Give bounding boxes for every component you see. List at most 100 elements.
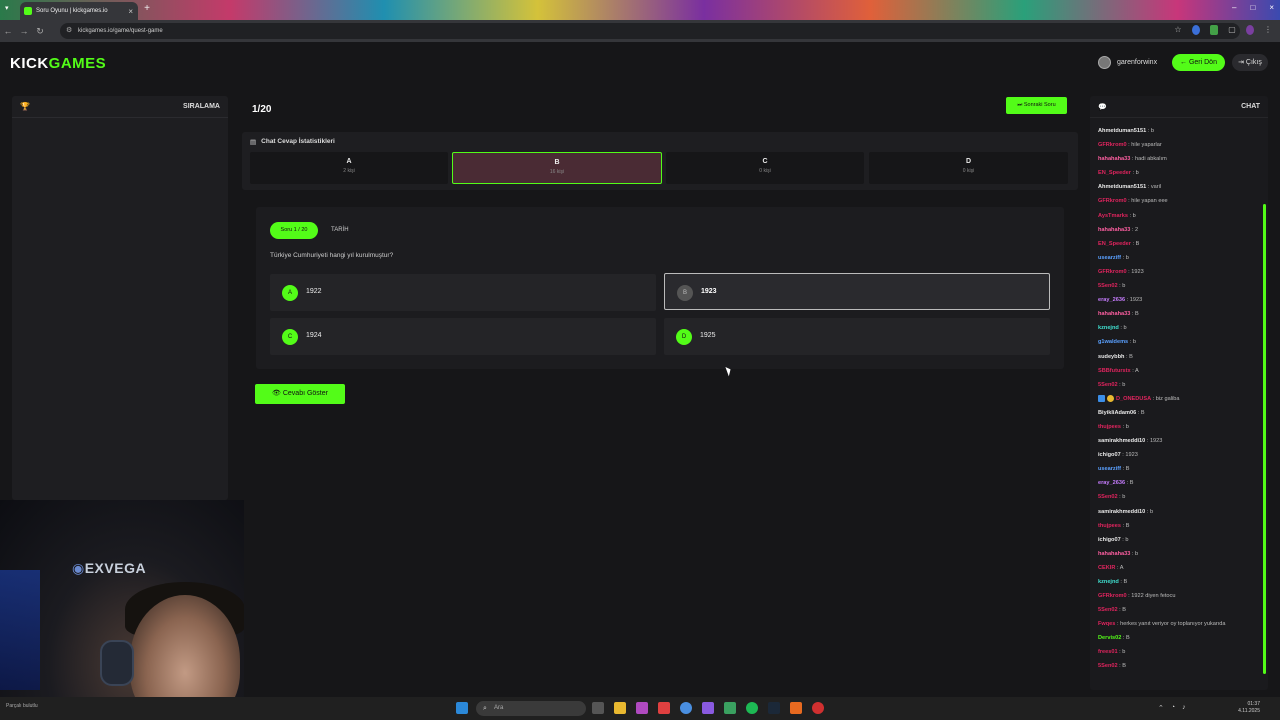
chat-username[interactable]: eray_2636 [1098, 297, 1125, 303]
app-icon-3[interactable] [702, 702, 714, 714]
next-question-button[interactable]: ⏭ Sonraki Soru [1006, 97, 1067, 114]
app-icon-6[interactable] [812, 702, 824, 714]
url-input[interactable]: ⚙ kickgames.io/game/quest-game [60, 23, 1240, 39]
chat-username[interactable]: g1waldems [1098, 339, 1128, 345]
file-explorer-icon[interactable] [614, 702, 626, 714]
chat-username[interactable]: 5Sen02 [1098, 283, 1118, 289]
chat-username[interactable]: hahahaha33 [1098, 227, 1130, 233]
chat-username[interactable]: kznejnd [1098, 325, 1119, 331]
chat-username[interactable]: hahahaha33 [1098, 311, 1130, 317]
chat-username[interactable]: sudeybbh [1098, 354, 1124, 360]
logo-main-text: KICK [10, 55, 49, 72]
chat-message: hahahaha33 : B [1098, 307, 1262, 321]
option-a[interactable]: A 1922 [270, 274, 656, 311]
chat-username[interactable]: usearziff [1098, 466, 1121, 472]
chat-message: AysTmarks : b [1098, 209, 1262, 223]
chat-username[interactable]: GFRkrom0 [1098, 142, 1127, 148]
chat-username[interactable]: Ahmetduman5151 [1098, 128, 1146, 134]
chat-scrollbar[interactable] [1263, 204, 1266, 674]
user-profile[interactable]: garenforwinx [1098, 56, 1157, 69]
browser-tab[interactable]: Soru Oyunu | kickgames.io × [20, 2, 138, 20]
forward-nav-icon[interactable]: → [16, 26, 32, 36]
tab-close-icon[interactable]: × [128, 7, 133, 16]
show-answer-button[interactable]: 👁 Cevabı Göster [255, 384, 345, 404]
chat-username[interactable]: Ahmetduman5151 [1098, 184, 1146, 190]
app-icon-5[interactable] [790, 702, 802, 714]
option-c[interactable]: C 1924 [270, 318, 656, 355]
chat-username[interactable]: usearziff [1098, 255, 1121, 261]
chat-username[interactable]: D_ONEDUSA [1116, 396, 1151, 402]
chat-message: ichigo07 : b [1098, 533, 1262, 547]
taskbar-search[interactable]: ⌕ Ara [476, 701, 586, 716]
chat-username[interactable]: 5Sen02 [1098, 663, 1118, 669]
minimize-icon[interactable]: – [1232, 3, 1236, 12]
bookmark-star-icon[interactable]: ☆ [1174, 25, 1182, 35]
back-nav-icon[interactable]: ← [0, 26, 16, 36]
chat-username[interactable]: Dervis02 [1098, 635, 1121, 641]
chat-username[interactable]: CEKIR [1098, 565, 1115, 571]
task-view-icon[interactable] [592, 702, 604, 714]
chat-text: b [1132, 212, 1136, 219]
chat-username[interactable]: hahahaha33 [1098, 551, 1130, 557]
chat-username[interactable]: GFRkrom0 [1098, 269, 1127, 275]
chat-username[interactable]: 5Sen02 [1098, 607, 1118, 613]
logout-button[interactable]: ⇥ Çıkış [1232, 54, 1268, 71]
reload-icon[interactable]: ↻ [32, 26, 48, 37]
option-d[interactable]: D 1925 [664, 318, 1050, 355]
chat-username[interactable]: 5Sen02 [1098, 382, 1118, 388]
chat-username[interactable]: SBBfuturstx [1098, 368, 1131, 374]
tray-chevron-icon[interactable]: ⌃ [1158, 704, 1164, 712]
chat-username[interactable]: ichigo07 [1098, 537, 1121, 543]
app-icon-4[interactable] [724, 702, 736, 714]
chat-username[interactable]: eray_2636 [1098, 480, 1125, 486]
clock[interactable]: 01:37 4.11.2025 [1238, 701, 1260, 715]
chat-username[interactable]: frees01 [1098, 649, 1118, 655]
kickgames-logo[interactable]: KICKGAMES [10, 55, 106, 72]
steam-icon[interactable] [768, 702, 780, 714]
tab-search-icon[interactable]: ▾ [5, 4, 9, 12]
volume-icon[interactable]: ♪ [1182, 704, 1186, 712]
chat-username[interactable]: samirakhmeddi10 [1098, 509, 1145, 515]
extensions-puzzle-icon[interactable]: ▢ [1228, 25, 1236, 35]
chat-message: hahahaha33 : b [1098, 547, 1262, 561]
chat-username[interactable]: thujpees [1098, 424, 1121, 430]
chat-username[interactable]: BiyikliAdam06 [1098, 410, 1136, 416]
chat-username[interactable]: ichigo07 [1098, 452, 1121, 458]
chat-username[interactable]: thujpees [1098, 523, 1121, 529]
spotify-icon[interactable] [746, 702, 758, 714]
close-window-icon[interactable]: × [1269, 3, 1274, 12]
chat-username[interactable]: GFRkrom0 [1098, 593, 1127, 599]
chrome-icon[interactable] [680, 702, 692, 714]
stat-a: A 2 kişi [250, 152, 448, 184]
profile-icon[interactable] [1246, 25, 1254, 35]
chat-username[interactable]: Fwqes [1098, 621, 1115, 627]
chat-text: A [1119, 564, 1124, 571]
chat-username[interactable]: AysTmarks [1098, 213, 1128, 219]
chat-text: B [1122, 663, 1126, 670]
app-icon-1[interactable] [636, 702, 648, 714]
chat-message: GFRkrom0 : hile yapan eee [1098, 194, 1262, 208]
extension-2-icon[interactable] [1210, 25, 1218, 35]
chat-username[interactable]: hahahaha33 [1098, 156, 1130, 162]
chat-username[interactable]: EN_Speeder [1098, 170, 1131, 176]
chat-username[interactable]: GFRkrom0 [1098, 198, 1127, 204]
option-b[interactable]: B 1923 [664, 273, 1050, 310]
start-icon[interactable] [456, 702, 468, 714]
chat-username[interactable]: 5Sen02 [1098, 494, 1118, 500]
site-info-icon[interactable]: ⚙ [66, 23, 72, 39]
chat-message: hahahaha33 : hadi abkalım [1098, 152, 1262, 166]
chat-username[interactable]: EN_Speeder [1098, 241, 1131, 247]
chat-text: 1923 [1125, 452, 1138, 459]
network-icon[interactable]: ◔ [1171, 704, 1175, 712]
weather-widget[interactable]: Parçalı bulutlu [6, 703, 38, 709]
chat-username[interactable]: kznejnd [1098, 579, 1119, 585]
maximize-icon[interactable]: □ [1250, 3, 1255, 12]
chat-username[interactable]: samirakhmeddi10 [1098, 438, 1145, 444]
browser-menu-icon[interactable]: ⋮ [1264, 25, 1272, 35]
new-tab-button[interactable]: + [142, 4, 152, 14]
browser-tab-strip: ▾ Soru Oyunu | kickgames.io × + – □ × [0, 0, 1280, 20]
back-button[interactable]: ← Geri Dön [1172, 54, 1225, 71]
extension-1-icon[interactable] [1192, 25, 1200, 35]
app-icon-2[interactable] [658, 702, 670, 714]
chat-text: B [1129, 480, 1134, 487]
